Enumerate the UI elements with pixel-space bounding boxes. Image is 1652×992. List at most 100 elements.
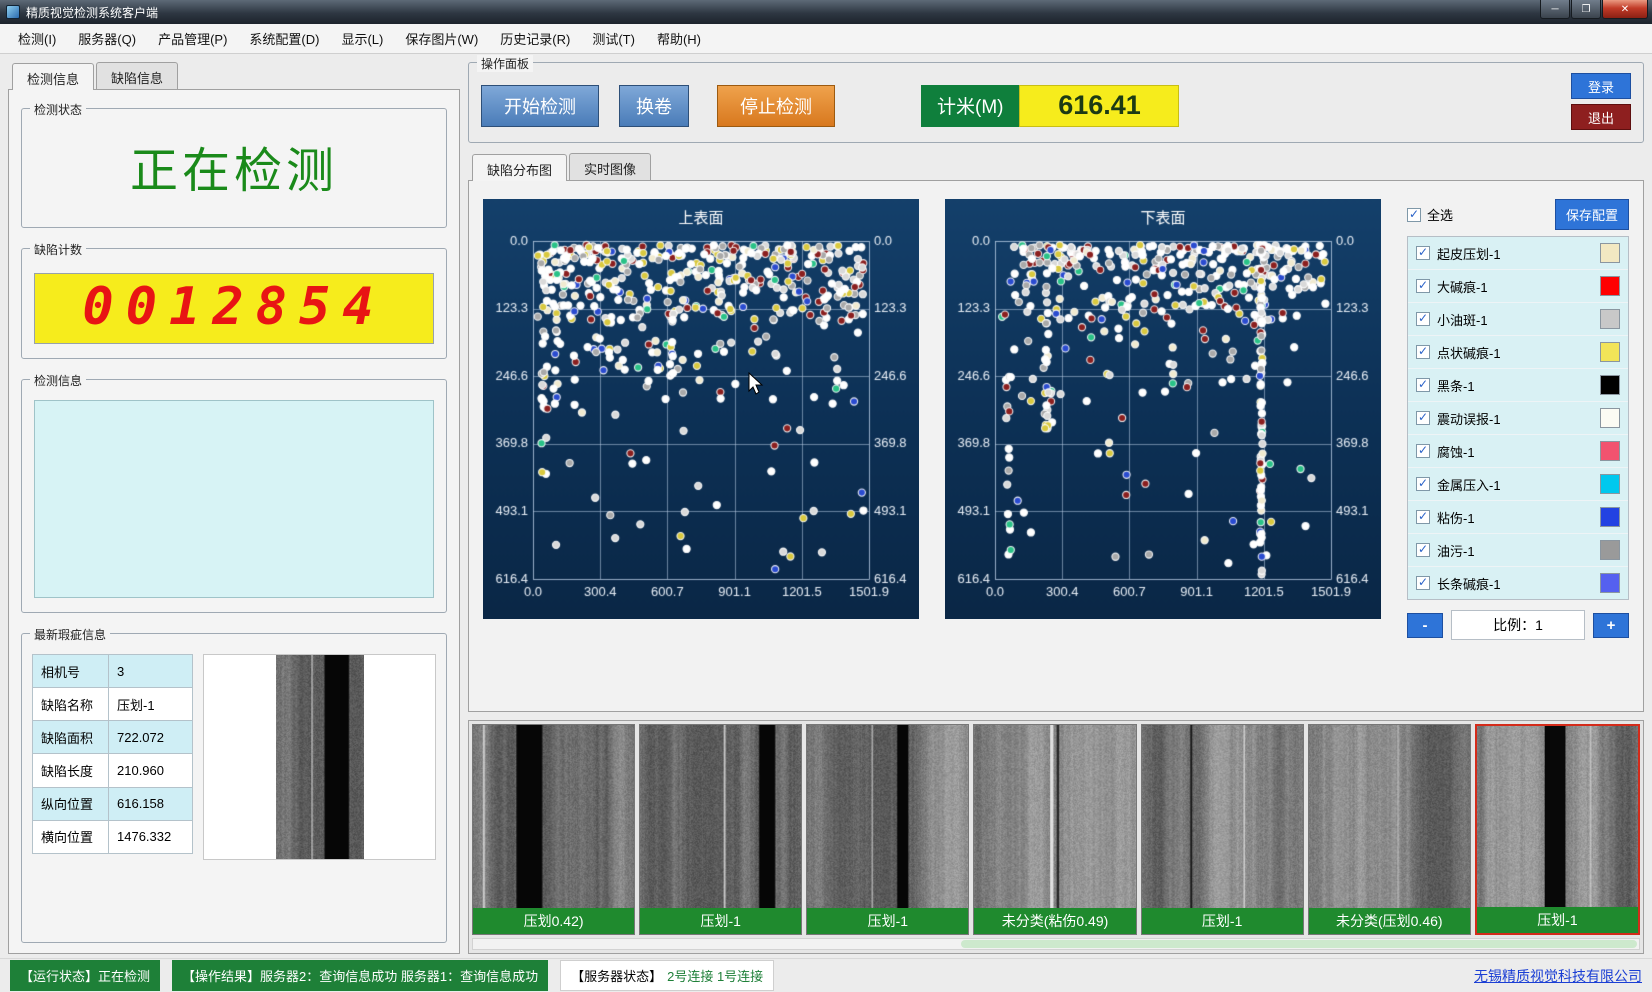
titlebar: 精质视觉检测系统客户端 ─ ❐ ✕ <box>0 0 1652 24</box>
legend-label: 金属压入-1 <box>1437 475 1501 494</box>
thumbnail-label: 压划0.42) <box>473 908 634 934</box>
legend-item-5[interactable]: 震动误报-1 <box>1408 402 1628 435</box>
legend-checkbox-9[interactable] <box>1416 543 1430 557</box>
legend-item-2[interactable]: 小油斑-1 <box>1408 303 1628 336</box>
defect-row-value: 210.960 <box>109 754 193 787</box>
defect-thumbnail-3[interactable]: 未分类(粘伤0.49) <box>973 724 1136 935</box>
start-detect-button[interactable]: 开始检测 <box>481 85 599 127</box>
close-button[interactable]: ✕ <box>1602 0 1648 19</box>
menubar: 检测(I)服务器(Q)产品管理(P)系统配置(D)显示(L)保存图片(W)历史记… <box>0 24 1652 54</box>
legend-label: 点状碱痕-1 <box>1437 343 1501 362</box>
legend-item-9[interactable]: 油污-1 <box>1408 534 1628 567</box>
defect-row-value: 616.158 <box>109 787 193 820</box>
menu-item-7[interactable]: 测试(T) <box>582 24 645 53</box>
legend-item-3[interactable]: 点状碱痕-1 <box>1408 336 1628 369</box>
defect-thumbnail-4[interactable]: 压划-1 <box>1141 724 1304 935</box>
thumbnail-label: 压划-1 <box>807 908 968 934</box>
legend-checkbox-0[interactable] <box>1416 246 1430 260</box>
select-all-checkbox[interactable] <box>1407 208 1421 222</box>
defect-row-value: 3 <box>109 655 193 688</box>
defect-thumbnail-5[interactable]: 未分类(压划0.46) <box>1308 724 1471 935</box>
stop-detect-button[interactable]: 停止检测 <box>717 85 835 127</box>
menu-item-2[interactable]: 产品管理(P) <box>148 24 237 53</box>
thumbnail-scrollbar[interactable] <box>472 938 1640 950</box>
detect-status-value: 正在检测 <box>32 125 436 217</box>
server-status-label: 【服务器状态】 <box>571 966 662 985</box>
defect-row-label: 缺陷面积 <box>33 721 109 754</box>
defect-thumbnail-6[interactable]: 压划-1 <box>1475 724 1640 935</box>
legend-checkbox-5[interactable] <box>1416 411 1430 425</box>
view-tab-0[interactable]: 缺陷分布图 <box>472 154 567 181</box>
legend-label: 大碱痕-1 <box>1437 277 1488 296</box>
defect-thumbnail-1[interactable]: 压划-1 <box>639 724 802 935</box>
left-tab-content: 检测状态 正在检测 缺陷计数 0012854 检测信息 最新瑕疵信息 相机号3缺… <box>8 89 460 954</box>
left-tab-0[interactable]: 检测信息 <box>12 63 94 90</box>
legend-list: 起皮压划-1 大碱痕-1 小油斑-1 点状碱痕-1 黑条-1 震动误报-1 腐蚀-1 金属压入… <box>1407 236 1629 600</box>
upper-surface-scatter-chart <box>483 199 919 619</box>
save-config-button[interactable]: 保存配置 <box>1555 199 1629 230</box>
server-status-value: 2号连接 1号连接 <box>667 966 763 985</box>
defect-thumbnail-0[interactable]: 压划0.42) <box>472 724 635 935</box>
operation-panel: 操作面板 开始检测 换卷 停止检测 计米(M) 616.41 登录 退出 <box>468 62 1644 143</box>
change-roll-button[interactable]: 换卷 <box>619 85 689 127</box>
defect-row-value: 1476.332 <box>109 820 193 853</box>
legend-item-0[interactable]: 起皮压划-1 <box>1408 237 1628 270</box>
defect-table-row-5: 横向位置1476.332 <box>33 820 193 853</box>
left-tab-1[interactable]: 缺陷信息 <box>96 62 178 89</box>
app-icon <box>6 5 20 19</box>
scale-minus-button[interactable]: - <box>1407 613 1443 638</box>
menu-item-1[interactable]: 服务器(Q) <box>68 24 146 53</box>
left-tab-bar: 检测信息缺陷信息 <box>12 62 460 89</box>
company-link[interactable]: 无锡精质视觉科技有限公司 <box>1474 966 1642 986</box>
legend-checkbox-1[interactable] <box>1416 279 1430 293</box>
defect-row-value: 压划-1 <box>109 688 193 721</box>
thumbnail-image <box>1142 725 1303 908</box>
view-tab-1[interactable]: 实时图像 <box>569 153 651 180</box>
minimize-button[interactable]: ─ <box>1540 0 1570 19</box>
operation-panel-title: 操作面板 <box>477 55 533 72</box>
latest-defect-table: 相机号3缺陷名称压划-1缺陷面积722.072缺陷长度210.960纵向位置61… <box>32 654 193 854</box>
menu-item-8[interactable]: 帮助(H) <box>647 24 711 53</box>
run-status-badge: 【运行状态】正在检测 <box>10 960 160 991</box>
defect-thumbnail-2[interactable]: 压划-1 <box>806 724 969 935</box>
exit-button[interactable]: 退出 <box>1571 104 1631 130</box>
legend-checkbox-8[interactable] <box>1416 510 1430 524</box>
main-content: 检测信息缺陷信息 检测状态 正在检测 缺陷计数 0012854 检测信息 最新瑕… <box>0 54 1652 958</box>
scale-plus-button[interactable]: + <box>1593 613 1629 638</box>
defect-preview-panel <box>203 654 436 860</box>
legend-color-swatch <box>1600 540 1620 560</box>
menu-item-3[interactable]: 系统配置(D) <box>239 24 329 53</box>
latest-defect-content: 相机号3缺陷名称压划-1缺陷面积722.072缺陷长度210.960纵向位置61… <box>32 650 436 864</box>
legend-checkbox-6[interactable] <box>1416 444 1430 458</box>
thumbnail-image <box>640 725 801 908</box>
legend-item-7[interactable]: 金属压入-1 <box>1408 468 1628 501</box>
thumbnail-image <box>473 725 634 908</box>
menu-item-4[interactable]: 显示(L) <box>331 24 393 53</box>
thumbnail-scrollbar-thumb[interactable] <box>961 940 1637 948</box>
legend-item-6[interactable]: 腐蚀-1 <box>1408 435 1628 468</box>
defect-table-row-2: 缺陷面积722.072 <box>33 721 193 754</box>
defect-row-label: 缺陷长度 <box>33 754 109 787</box>
maximize-button[interactable]: ❐ <box>1571 0 1601 19</box>
legend-item-4[interactable]: 黑条-1 <box>1408 369 1628 402</box>
legend-checkbox-4[interactable] <box>1416 378 1430 392</box>
thumbnail-label: 压划-1 <box>1477 907 1638 933</box>
legend-item-8[interactable]: 粘伤-1 <box>1408 501 1628 534</box>
defect-table-row-3: 缺陷长度210.960 <box>33 754 193 787</box>
legend-checkbox-10[interactable] <box>1416 576 1430 590</box>
legend-label: 震动误报-1 <box>1437 409 1501 428</box>
menu-item-0[interactable]: 检测(I) <box>8 24 66 53</box>
login-button[interactable]: 登录 <box>1571 73 1631 99</box>
legend-checkbox-3[interactable] <box>1416 345 1430 359</box>
legend-item-1[interactable]: 大碱痕-1 <box>1408 270 1628 303</box>
legend-item-10[interactable]: 长条碱痕-1 <box>1408 567 1628 599</box>
scale-value-label: 比例：1 <box>1451 610 1585 640</box>
defect-table-row-0: 相机号3 <box>33 655 193 688</box>
detect-info-box[interactable] <box>34 400 434 598</box>
window-title: 精质视觉检测系统客户端 <box>26 4 158 21</box>
legend-checkbox-2[interactable] <box>1416 312 1430 326</box>
meter-counter: 计米(M) 616.41 <box>921 85 1179 127</box>
menu-item-6[interactable]: 历史记录(R) <box>490 24 580 53</box>
menu-item-5[interactable]: 保存图片(W) <box>395 24 488 53</box>
legend-checkbox-7[interactable] <box>1416 477 1430 491</box>
